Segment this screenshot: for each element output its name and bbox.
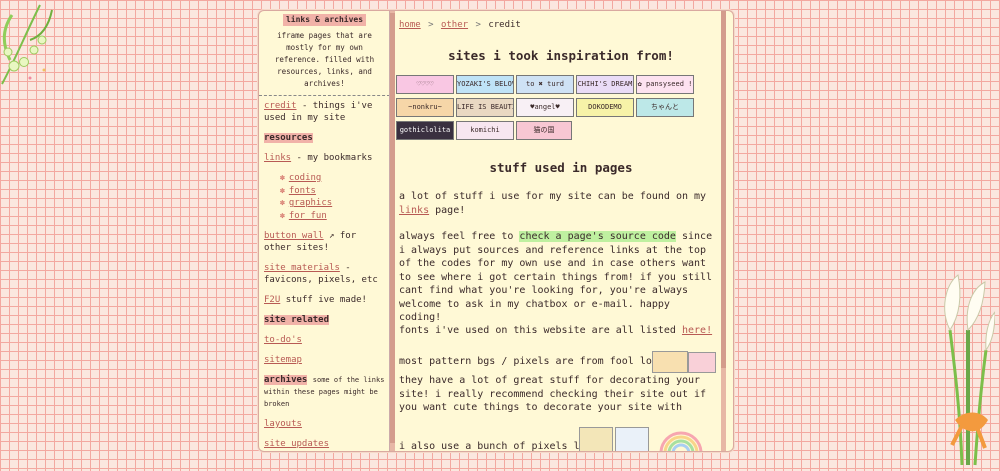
site-button-label: ~nonkru~ — [408, 103, 442, 111]
fool-lovers-pixel — [652, 351, 688, 373]
paragraph-decorating: they have a lot of great stuff for decor… — [399, 374, 717, 415]
site-button-label: DOKODEMO — [588, 103, 622, 111]
sidebar-body: credit - things i've used in my site res… — [259, 96, 390, 451]
site-button-label: gothiclolita — [399, 126, 451, 134]
sidebar-title: links & archives — [282, 14, 367, 26]
credit-link[interactable]: credit — [264, 101, 297, 111]
site-button[interactable]: ♥angel♥ — [516, 98, 574, 117]
coding-link[interactable]: coding — [289, 173, 322, 183]
site-button-label: komichi — [470, 126, 500, 134]
p4-text: most pattern bgs / pixels are from fool … — [399, 356, 682, 367]
f2u-link[interactable]: F2U — [264, 295, 280, 305]
paragraph-links: a lot of stuff i use for my site can be … — [399, 190, 717, 217]
site-button[interactable]: ♡♡♡♡ — [396, 75, 454, 94]
main-content: home > other > credit sites i took inspi… — [396, 11, 726, 451]
external-link-icon: ↗ — [329, 231, 335, 241]
breadcrumb-separator: > — [428, 20, 434, 30]
paragraph-source-code: always feel free to check a page's sourc… — [399, 230, 717, 325]
site-button-label: to ✖ turd — [526, 80, 564, 88]
button-wall-link[interactable]: button wall — [264, 231, 324, 241]
site-button-label: YOZAKI'S BELOVED FILES — [457, 80, 513, 88]
site-button[interactable]: LIFE IS BEAUTIFUL — [456, 98, 514, 117]
site-button-label: CHIHI'S DREAM — [577, 80, 633, 88]
site-button[interactable]: CHIHI'S DREAM — [576, 75, 634, 94]
main-scrollbar[interactable] — [721, 11, 726, 451]
main-scroll-thumb[interactable] — [721, 11, 726, 368]
inspiration-heading: sites i took inspiration from! — [448, 48, 674, 63]
site-button[interactable]: YOZAKI'S BELOVED FILES — [456, 75, 514, 94]
site-materials-link[interactable]: site materials — [264, 263, 340, 273]
bunny-pixel — [688, 352, 716, 373]
p6-text: i also use a bunch of pixels like — [399, 441, 598, 451]
sitemap-link[interactable]: sitemap — [264, 355, 302, 365]
links-page-link[interactable]: links — [399, 205, 429, 216]
breadcrumb: home > other > credit — [399, 19, 521, 33]
site-button[interactable]: gothiclolita — [396, 121, 454, 140]
site-button[interactable]: to ✖ turd — [516, 75, 574, 94]
sidebar-scroll-thumb[interactable] — [390, 13, 395, 443]
graphics-link[interactable]: graphics — [289, 198, 332, 208]
sidebar-header: links & archives iframe pages that are m… — [259, 11, 390, 96]
site-button-label: ちゃんと — [651, 103, 679, 111]
site-button-label: ♡♡♡♡ — [416, 80, 434, 88]
links-sublist: coding fonts graphics for fun — [264, 172, 385, 222]
breadcrumb-current: credit — [488, 20, 521, 30]
f2u-text: stuff ive made! — [285, 295, 367, 305]
for-fun-link[interactable]: for fun — [289, 211, 327, 221]
notebook-pixel — [579, 427, 613, 451]
site-button[interactable]: DOKODEMO — [576, 98, 634, 117]
p3-text: fonts i've used on this website are all … — [399, 325, 676, 336]
sidebar-description: iframe pages that are mostly for my own … — [274, 31, 375, 88]
layouts-link[interactable]: layouts — [264, 419, 302, 429]
site-button[interactable]: ✿ pansyseed ! — [636, 75, 694, 94]
site-button-label: 猫の国 — [533, 126, 555, 134]
p5-text: they have a lot of great stuff for decor… — [399, 375, 707, 413]
breadcrumb-separator: > — [475, 20, 481, 30]
archives-label: archives — [264, 375, 308, 385]
fonts-here-link[interactable]: here! — [682, 325, 712, 336]
site-button[interactable]: ちゃんと — [636, 98, 694, 117]
p1-text: a lot of stuff i use for my site can be … — [399, 191, 707, 202]
links-link[interactable]: links — [264, 153, 291, 163]
list-item: for fun — [280, 210, 385, 223]
calla-lily-decoration — [944, 274, 995, 466]
sidebar-scrollbar[interactable] — [389, 11, 395, 451]
site-related-label: site related — [264, 315, 330, 325]
p2-text: always feel free to — [399, 231, 514, 242]
p2-post: since i always put sources and reference… — [399, 231, 713, 323]
breadcrumb-home[interactable]: home — [399, 20, 421, 30]
site-button-label: ♥angel♥ — [530, 103, 560, 111]
site-button[interactable]: 猫の国 — [516, 121, 572, 140]
breadcrumb-other[interactable]: other — [441, 20, 468, 30]
lily-of-the-valley-decoration — [1, 4, 53, 85]
site-button-label: ✿ pansyseed ! — [637, 80, 693, 88]
memo-pixel — [615, 427, 649, 451]
resources-label: resources — [264, 133, 313, 143]
source-code-highlight: check a page's source code — [519, 231, 676, 242]
paragraph-fonts: fonts i've used on this website are all … — [399, 324, 717, 338]
links-text: - my bookmarks — [296, 153, 373, 163]
todo-link[interactable]: to-do's — [264, 335, 302, 345]
site-button[interactable]: ~nonkru~ — [396, 98, 454, 117]
stuff-heading: stuff used in pages — [489, 160, 633, 175]
rainbow-pixel — [659, 431, 703, 451]
fonts-link[interactable]: fonts — [289, 186, 316, 196]
site-button-label: LIFE IS BEAUTIFUL — [457, 103, 513, 111]
list-item: graphics — [280, 197, 385, 210]
list-item: coding — [280, 172, 385, 185]
sidebar: links & archives iframe pages that are m… — [259, 11, 391, 451]
site-button[interactable]: komichi — [456, 121, 514, 140]
list-item: fonts — [280, 185, 385, 198]
main-frame: links & archives iframe pages that are m… — [258, 10, 734, 452]
site-updates-link[interactable]: site updates — [264, 439, 329, 449]
p1-post: page! — [435, 204, 466, 216]
